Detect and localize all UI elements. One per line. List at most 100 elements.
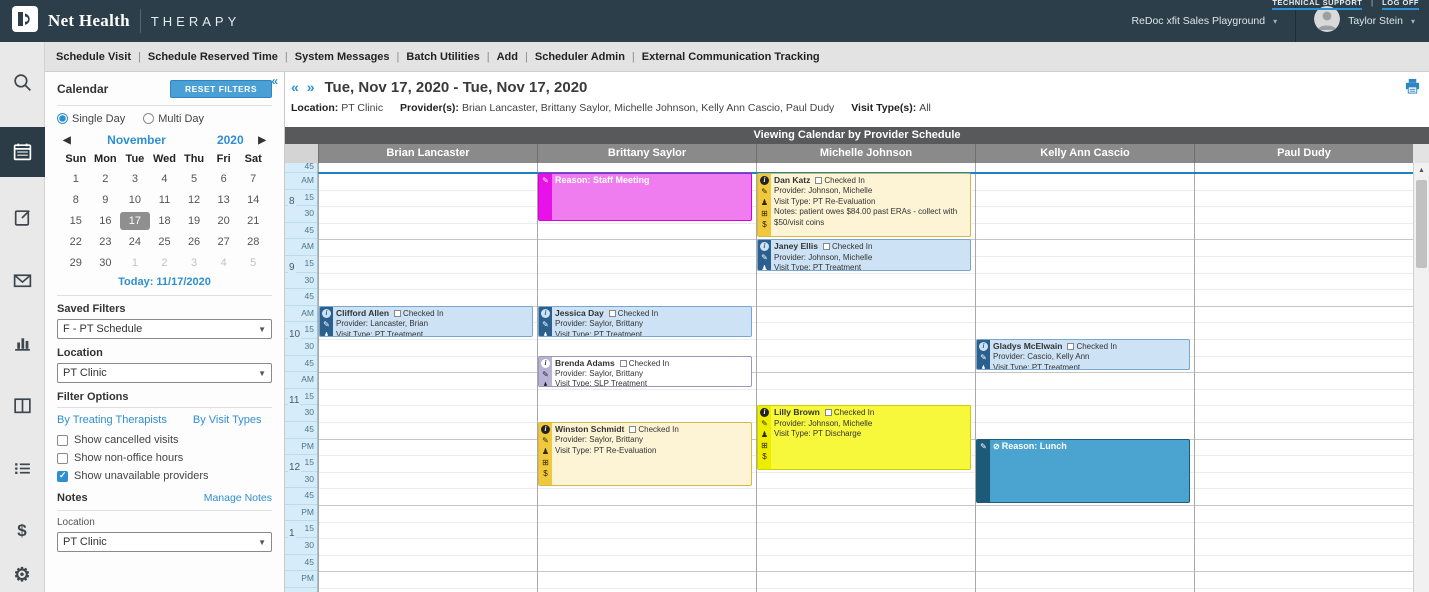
month-label[interactable]: November	[71, 133, 203, 147]
person-icon[interactable]: ♟	[761, 430, 768, 439]
appointment-block[interactable]: ✎⊘Reason: Lunch	[976, 439, 1190, 503]
provider-column-header-paul-dudy[interactable]: Paul Dudy	[1194, 144, 1413, 163]
person-icon[interactable]: ♟	[761, 264, 768, 270]
calendar-day[interactable]: 22	[61, 233, 91, 251]
next-month-button[interactable]: ▶	[258, 135, 266, 146]
multi-day-radio[interactable]: Multi Day	[143, 113, 204, 125]
today-link[interactable]: Today: 11/17/2020	[61, 276, 268, 288]
rail-item-schedule-edit[interactable]	[0, 195, 45, 240]
calendar-day[interactable]: 28	[238, 233, 268, 251]
environment-selector[interactable]: ReDoc xfit Sales Playground	[1131, 15, 1265, 27]
user-menu[interactable]: Taylor Stein	[1348, 15, 1403, 27]
scroll-up-button[interactable]: ▲	[1414, 163, 1429, 178]
checkbox-row-show-cancelled-visits[interactable]: Show cancelled visits	[57, 434, 272, 446]
notes-location-select[interactable]: PT Clinic▼	[57, 532, 272, 552]
edit-icon[interactable]: ✎	[761, 419, 768, 428]
copy-icon[interactable]: ⊞	[761, 441, 768, 450]
person-icon[interactable]: ♟	[542, 447, 549, 456]
reset-filters-button[interactable]: RESET FILTERS	[170, 80, 272, 98]
calendar-day[interactable]: 10	[120, 191, 150, 209]
calendar-day[interactable]: 19	[179, 212, 209, 230]
menu-item-add[interactable]: Add	[490, 51, 525, 63]
calendar-day[interactable]: 21	[238, 212, 268, 230]
calendar-day[interactable]: 2	[150, 254, 180, 272]
edit-icon[interactable]: ✎	[980, 442, 987, 451]
dollar-icon[interactable]: $	[543, 469, 547, 478]
collapse-panel-icon[interactable]: «	[271, 74, 278, 88]
menu-item-batch-utilities[interactable]: Batch Utilities	[399, 51, 486, 63]
provider-column-header-brittany-saylor[interactable]: Brittany Saylor	[537, 144, 756, 163]
calendar-day[interactable]: 23	[91, 233, 121, 251]
calendar-day[interactable]: 11	[150, 191, 180, 209]
calendar-day[interactable]: 17	[120, 212, 150, 230]
copy-icon[interactable]: ⊞	[761, 209, 768, 218]
edit-icon[interactable]: ✎	[980, 353, 987, 362]
edit-icon[interactable]: ✎	[542, 370, 549, 379]
appointment-block[interactable]: i✎♟Clifford AllenChecked InProvider: Lan…	[319, 306, 533, 337]
edit-icon[interactable]: ✎	[761, 187, 768, 196]
by-treating-therapists-link[interactable]: By Treating Therapists	[57, 414, 167, 426]
edit-icon[interactable]: ✎	[542, 176, 549, 185]
calendar-day[interactable]: 14	[238, 191, 268, 209]
copy-icon[interactable]: ⊞	[542, 458, 549, 467]
menu-item-system-messages[interactable]: System Messages	[288, 51, 397, 63]
calendar-day[interactable]: 8	[61, 191, 91, 209]
menu-item-schedule-reserved-time[interactable]: Schedule Reserved Time	[141, 51, 285, 63]
checked-in-checkbox[interactable]	[629, 426, 636, 433]
person-icon[interactable]: ♟	[323, 331, 330, 337]
calendar-day[interactable]: 30	[91, 254, 121, 272]
appointment-block[interactable]: i✎♟Brenda AdamsChecked InProvider: Saylo…	[538, 356, 752, 387]
calendar-day[interactable]: 18	[150, 212, 180, 230]
calendar-day[interactable]: 27	[209, 233, 239, 251]
checkbox-row-show-non-office-hours[interactable]: Show non-office hours	[57, 452, 272, 464]
rail-item-columns[interactable]	[0, 383, 45, 428]
checked-in-checkbox[interactable]	[394, 310, 401, 317]
edit-icon[interactable]: ✎	[542, 320, 549, 329]
menu-item-schedule-visit[interactable]: Schedule Visit	[49, 51, 138, 63]
calendar-day[interactable]: 4	[209, 254, 239, 272]
appointment-block[interactable]: ✎Reason: Staff Meeting	[538, 173, 752, 221]
rail-item-calendar[interactable]	[0, 127, 45, 178]
rail-item-list[interactable]	[0, 446, 45, 491]
checked-in-checkbox[interactable]	[823, 243, 830, 250]
calendar-day[interactable]: 16	[91, 212, 121, 230]
scrollbar-thumb[interactable]	[1416, 180, 1427, 268]
menu-item-external-communication-tracking[interactable]: External Communication Tracking	[635, 51, 827, 63]
rail-item-search[interactable]	[0, 60, 45, 105]
print-icon[interactable]	[1404, 78, 1421, 99]
checked-in-checkbox[interactable]	[815, 177, 822, 184]
checkbox-row-show-unavailable-providers[interactable]: Show unavailable providers	[57, 470, 272, 482]
menu-item-scheduler-admin[interactable]: Scheduler Admin	[528, 51, 632, 63]
calendar-day[interactable]: 2	[91, 170, 121, 188]
calendar-day[interactable]: 20	[209, 212, 239, 230]
person-icon[interactable]: ♟	[761, 198, 768, 207]
rail-item-billing[interactable]: $	[0, 509, 45, 554]
calendar-day[interactable]: 3	[179, 254, 209, 272]
calendar-day[interactable]: 4	[150, 170, 180, 188]
appointment-block[interactable]: i✎♟⊞$Lilly BrownChecked InProvider: John…	[757, 405, 971, 469]
edit-icon[interactable]: ✎	[542, 436, 549, 445]
calendar-day[interactable]: 6	[209, 170, 239, 188]
dollar-icon[interactable]: $	[762, 452, 766, 461]
calendar-day[interactable]: 3	[120, 170, 150, 188]
calendar-day[interactable]: 26	[179, 233, 209, 251]
info-icon[interactable]: i	[541, 425, 550, 434]
checkbox[interactable]	[57, 471, 68, 482]
prev-day-button[interactable]: «	[291, 79, 301, 95]
appointment-block[interactable]: i✎♟⊞$Dan KatzChecked InProvider: Johnson…	[757, 173, 971, 237]
info-icon[interactable]: i	[760, 176, 769, 185]
prev-month-button[interactable]: ◀	[63, 135, 71, 146]
checkbox[interactable]	[57, 435, 68, 446]
info-icon[interactable]: i	[541, 359, 550, 368]
calendar-day[interactable]: 25	[150, 233, 180, 251]
calendar-day[interactable]: 5	[238, 254, 268, 272]
calendar-day[interactable]: 7	[238, 170, 268, 188]
calendar-day[interactable]: 12	[179, 191, 209, 209]
calendar-day[interactable]: 24	[120, 233, 150, 251]
checkbox[interactable]	[57, 453, 68, 464]
location-select[interactable]: PT Clinic▼	[57, 363, 272, 383]
edit-icon[interactable]: ✎	[323, 320, 330, 329]
person-icon[interactable]: ♟	[542, 331, 549, 337]
calendar-day[interactable]: 15	[61, 212, 91, 230]
info-icon[interactable]: i	[760, 408, 769, 417]
